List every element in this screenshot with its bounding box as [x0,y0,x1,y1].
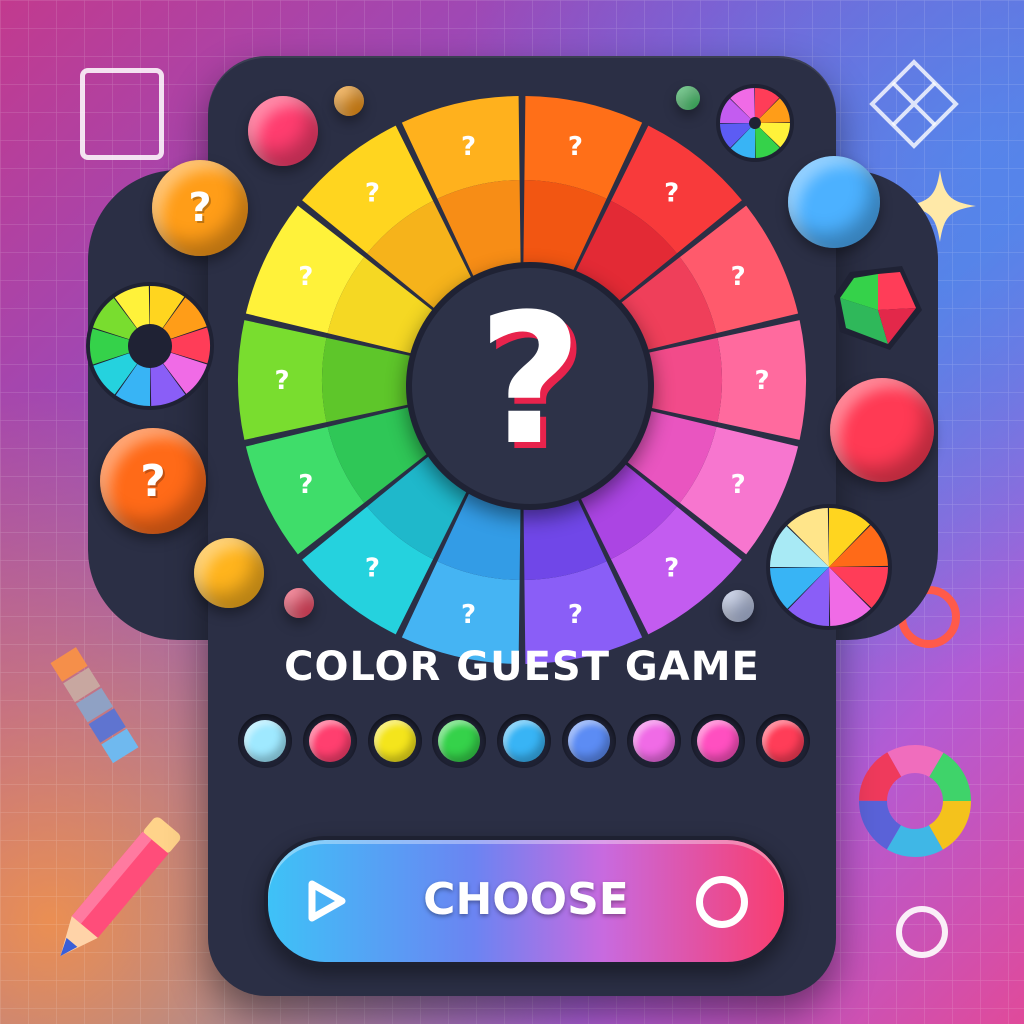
segment-question-mark: ? [298,262,313,292]
small-dot [284,588,314,618]
segment-question-mark: ? [461,600,476,630]
segment-question-mark: ? [568,132,583,162]
small-dot [676,86,700,110]
segment-question-mark: ? [365,554,380,584]
segment-question-mark: ? [298,470,313,500]
color-swatch-button[interactable] [626,714,681,768]
color-orb[interactable] [194,538,264,608]
color-orb[interactable] [830,378,934,482]
swatch-color-dot [697,720,740,762]
question-mark-icon: ? [477,276,583,485]
segment-question-mark: ? [568,600,583,630]
swatch-color-dot [308,720,351,762]
swatch-color-dot [438,720,481,762]
color-ring-icon [859,745,971,857]
gem-icon [834,266,922,350]
color-palette-strip-icon [50,647,139,764]
swatch-color-dot [762,720,804,762]
segment-question-mark: ? [461,132,476,162]
swatch-color-dot [373,720,416,762]
swatch-color-dot [567,720,610,762]
square-outline-icon [80,68,164,160]
small-dot [722,590,754,622]
segment-question-mark: ? [754,366,769,396]
swatch-color-dot [632,720,675,762]
ring-icon [896,906,948,958]
small-dot [334,86,364,116]
mini-color-wheel-icon [766,504,892,630]
mini-color-wheel-icon [86,282,214,410]
color-swatch-button[interactable] [497,714,551,768]
record-icon [696,876,748,928]
swatch-color-dot [503,720,545,762]
segment-question-mark: ? [274,366,289,396]
color-swatch-button[interactable] [432,714,487,768]
diamond-grid-icon [869,59,959,149]
color-orb[interactable] [788,156,880,248]
color-orb[interactable] [248,96,318,166]
mystery-color-hub[interactable]: ? [406,262,654,510]
color-swatch-button[interactable] [561,714,616,768]
color-swatch-button[interactable] [302,714,357,768]
segment-question-mark: ? [664,178,679,208]
color-swatch-row [238,714,810,768]
segment-question-mark: ? [664,554,679,584]
color-swatch-button[interactable] [367,714,422,768]
swatch-color-dot [244,720,286,762]
game-title: COLOR GUEST GAME [284,644,760,690]
color-swatch-button[interactable] [238,714,292,768]
mystery-orb-button[interactable]: ? [100,428,206,534]
segment-question-mark: ? [365,178,380,208]
color-swatch-button[interactable] [691,714,746,768]
mystery-orb-button[interactable]: ? [152,160,248,256]
segment-question-mark: ? [731,470,746,500]
pencil-icon [60,817,181,957]
choose-button[interactable]: CHOOSE [264,836,788,966]
segment-question-mark: ? [731,262,746,292]
color-swatch-button[interactable] [756,714,810,768]
mini-color-wheel-icon [716,84,794,162]
